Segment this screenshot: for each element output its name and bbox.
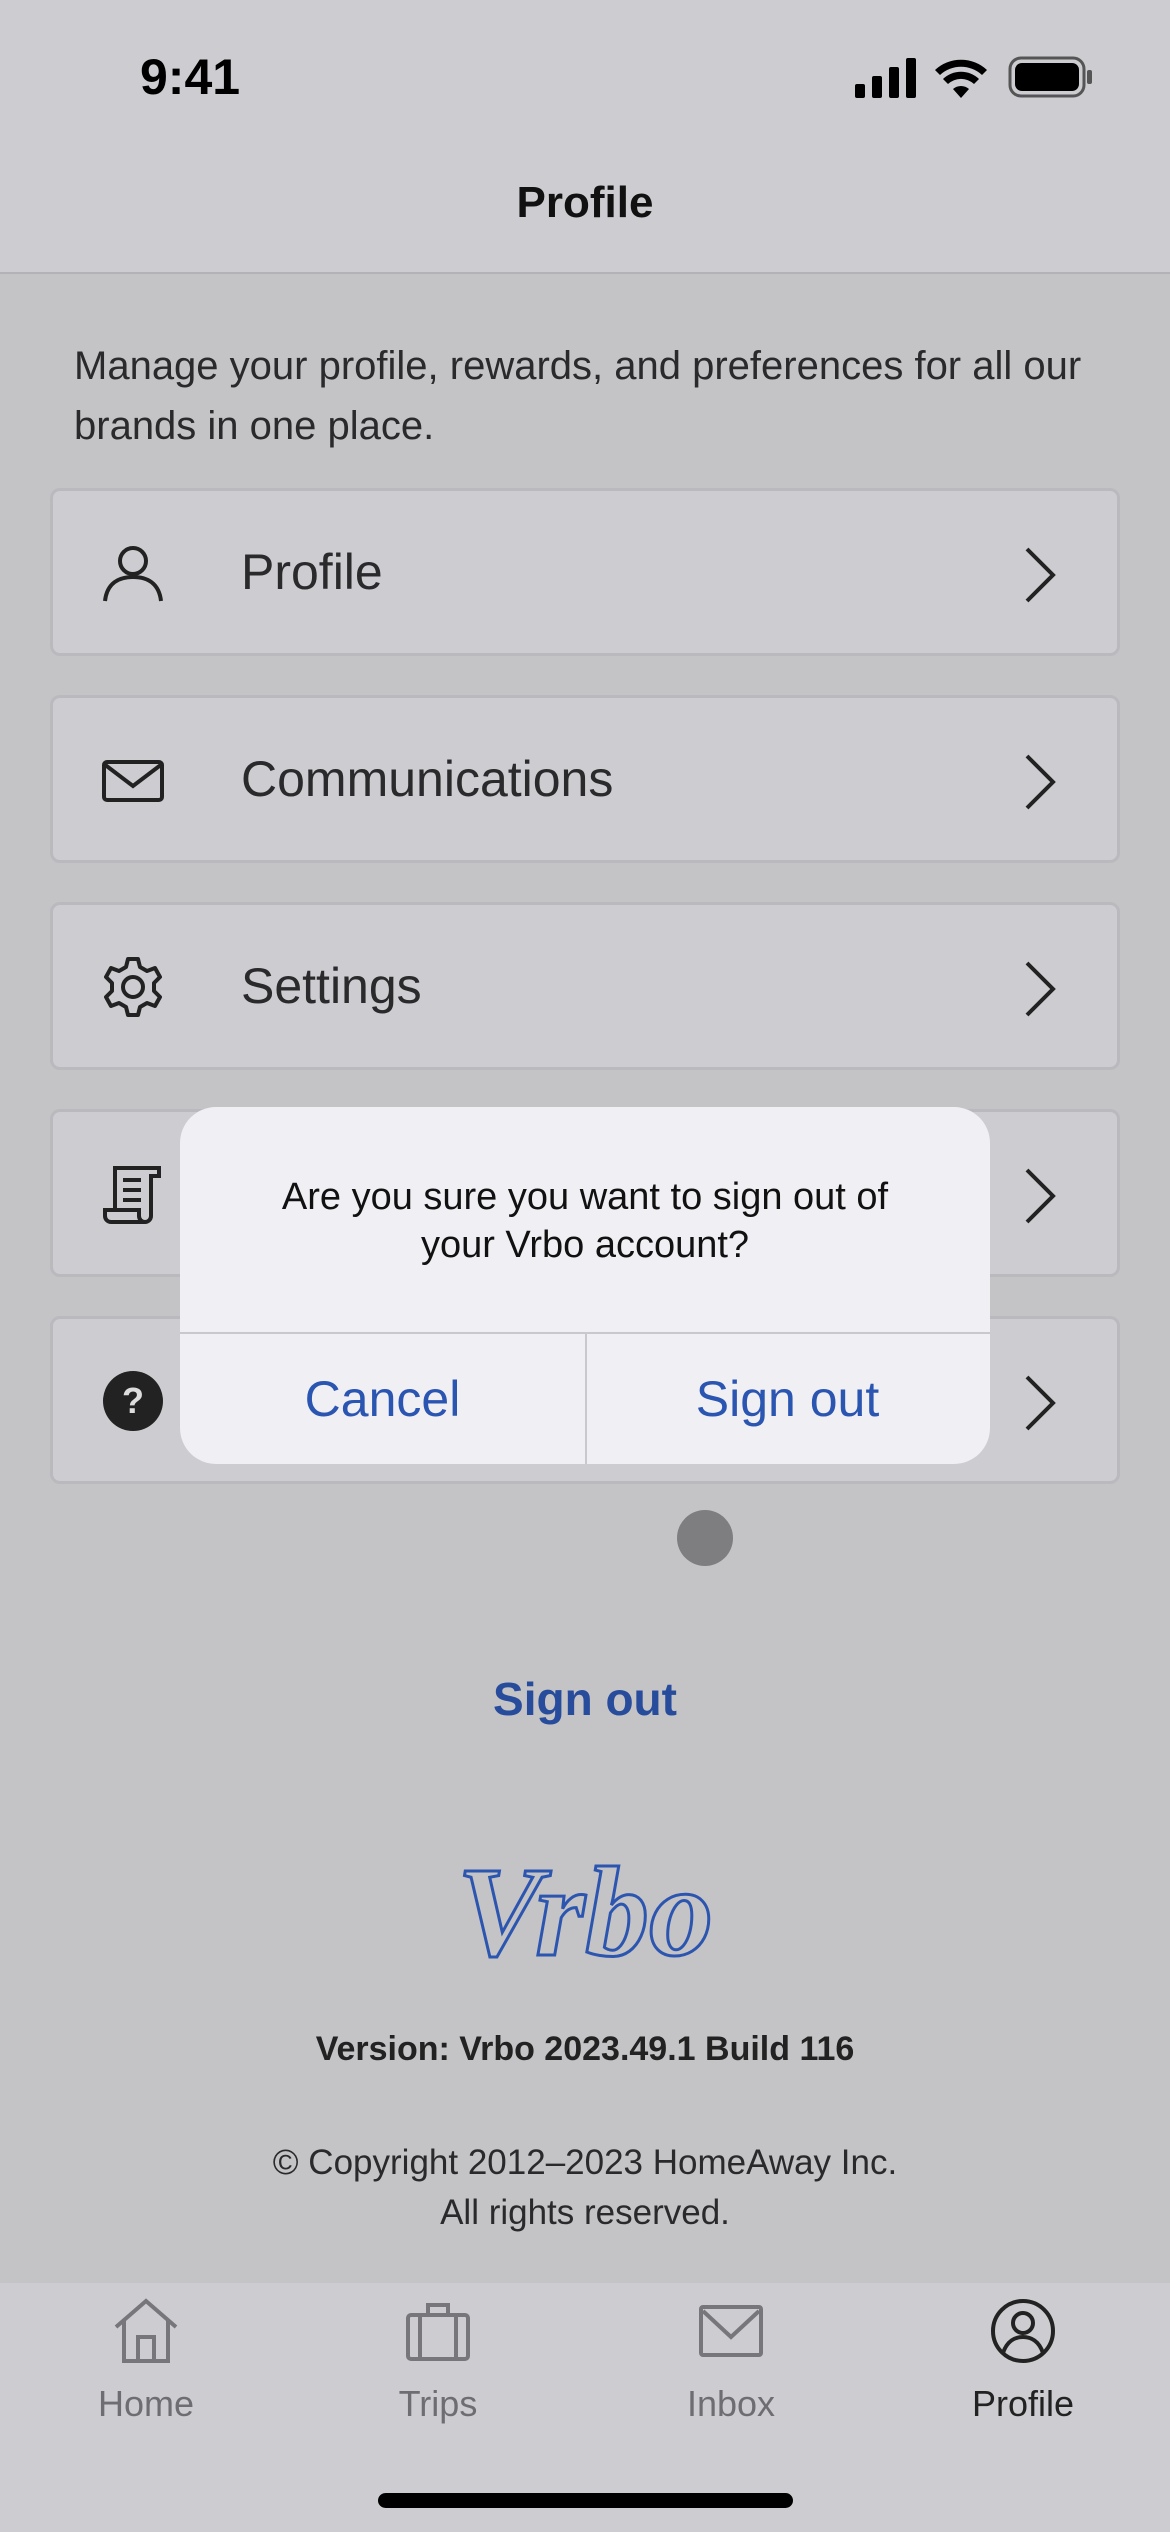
menu-item-label: Communications [241, 751, 614, 807]
tab-label: Home [97, 2383, 195, 2424]
suitcase-icon [406, 2303, 470, 2361]
home-icon [114, 2298, 178, 2363]
confirm-sign-out-button[interactable]: Sign out [585, 1334, 990, 1464]
home-indicator [378, 2493, 793, 2508]
chevron-right-icon [1025, 1375, 1056, 1431]
tab-home[interactable]: Home [0, 2283, 292, 2483]
touch-indicator [677, 1510, 733, 1566]
menu-item-settings[interactable]: Settings [50, 902, 1120, 1070]
alert-message: Are you sure you want to sign out of you… [281, 1176, 889, 1266]
tab-trips[interactable]: Trips [292, 2283, 584, 2483]
chevron-right-icon [1025, 961, 1056, 1017]
status-bar: 9:41 [0, 0, 1170, 150]
help-icon: ? [103, 1371, 163, 1431]
version-text: Version: Vrbo 2023.49.1 Build 116 [315, 2030, 855, 2068]
profile-icon [991, 2299, 1055, 2363]
sign-out-link[interactable]: Sign out [0, 1672, 1170, 1726]
wifi-icon [935, 59, 987, 98]
tab-inbox[interactable]: Inbox [585, 2283, 877, 2483]
battery-icon [1008, 56, 1092, 98]
nav-header: Profile [0, 150, 1170, 274]
sign-out-alert: Are you sure you want to sign out of you… [180, 1107, 990, 1464]
page-title: Profile [516, 178, 654, 227]
chevron-right-icon [1025, 754, 1056, 810]
envelope-icon [102, 760, 164, 802]
tab-label: Trips [398, 2383, 478, 2424]
chevron-right-icon [1025, 547, 1056, 603]
chevron-right-icon [1025, 1168, 1056, 1224]
svg-text:Vrbo: Vrbo [457, 1850, 713, 1970]
menu-item-label: Settings [241, 958, 422, 1014]
scroll-icon [103, 1166, 161, 1224]
svg-text:?: ? [122, 1380, 144, 1421]
inbox-icon [699, 2305, 763, 2357]
copyright: © Copyright 2012–2023 HomeAway Inc. All … [0, 2138, 1170, 2238]
person-icon [103, 546, 163, 602]
menu-item-profile[interactable]: Profile [50, 488, 1120, 656]
tab-label: Inbox [686, 2383, 776, 2424]
cellular-signal-icon [855, 58, 916, 98]
gear-icon [104, 957, 162, 1017]
rights-line: All rights reserved. [440, 2193, 730, 2232]
tab-label: Profile [971, 2383, 1075, 2424]
tab-profile[interactable]: Profile [877, 2283, 1169, 2483]
status-time: 9:41 [140, 49, 241, 105]
copyright-line: © Copyright 2012–2023 HomeAway Inc. [272, 2143, 898, 2182]
vrbo-logo: Vrbo [455, 1850, 714, 1970]
description: Manage your profile, rewards, and prefer… [74, 344, 1082, 448]
menu-item-communications[interactable]: Communications [50, 695, 1120, 863]
cancel-button[interactable]: Cancel [180, 1334, 585, 1464]
menu-item-label: Profile [241, 544, 383, 600]
